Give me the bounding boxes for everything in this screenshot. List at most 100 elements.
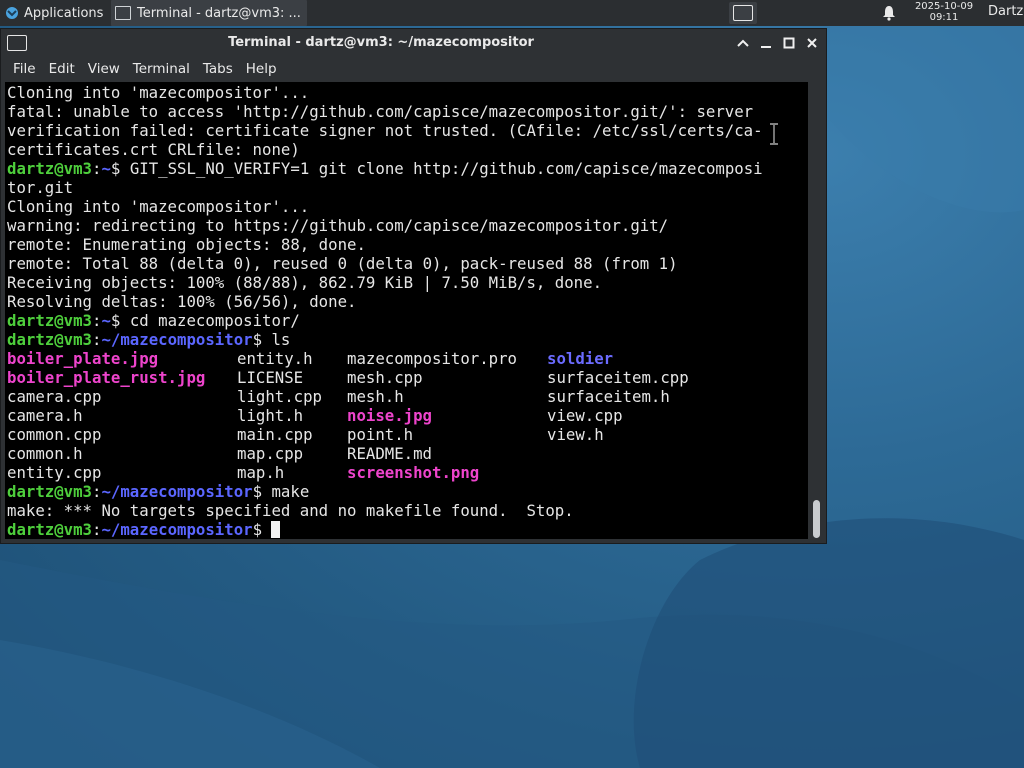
output-line: verification failed: certificate signer … <box>7 121 763 140</box>
close-button[interactable] <box>803 34 821 52</box>
prompt-dollar: $ <box>252 482 272 501</box>
ls-entry: entity.cpp <box>7 463 102 482</box>
terminal-icon <box>115 6 131 20</box>
prompt-line: dartz@vm3:~$ GIT_SSL_NO_VERIFY=1 git clo… <box>7 159 808 178</box>
prompt-dollar: $ <box>252 520 272 539</box>
xfce-menu-icon <box>6 7 18 19</box>
maximize-button[interactable] <box>780 34 798 52</box>
ls-entry: screenshot.png <box>347 463 480 482</box>
ls-entry: boiler_plate_rust.jpg <box>7 368 206 387</box>
ls-entry: noise.jpg <box>347 406 433 425</box>
prompt-user: dartz@vm3 <box>7 520 93 539</box>
prompt-dollar: $ <box>110 159 130 178</box>
prompt-user: dartz@vm3 <box>7 482 93 501</box>
minimize-button[interactable] <box>757 34 775 52</box>
output-line: Receiving objects: 100% (88/88), 862.79 … <box>7 273 603 292</box>
output-line: Cloning into 'mazecompositor'... <box>7 197 310 216</box>
ls-entry: point.h <box>347 425 414 444</box>
menubar: File Edit View Terminal Tabs Help <box>1 57 826 81</box>
ls-column: entity.h LICENSE light.cpp light.h main.cpp m… <box>237 349 322 482</box>
command-text: ls <box>271 330 291 349</box>
prompt-user: dartz@vm3 <box>7 330 93 349</box>
applications-menu-button[interactable]: Applications <box>0 0 108 26</box>
terminal-launcher-button[interactable] <box>729 2 757 24</box>
ls-entry: camera.cpp <box>7 387 102 406</box>
clock-date: 2025-10-09 <box>914 1 974 12</box>
output-line: certificates.crt CRLfile: none) <box>7 140 300 159</box>
prompt-user: dartz@vm3 <box>7 311 93 330</box>
shade-button[interactable] <box>734 34 752 52</box>
maximize-icon <box>783 37 795 49</box>
ls-column: mazecompositor.pro mesh.cpp mesh.h noise.jp… <box>347 349 517 482</box>
command-text: make <box>271 482 310 501</box>
ls-entry: boiler_plate.jpg <box>7 349 159 368</box>
output-line: fatal: unable to access 'http://github.c… <box>7 102 754 121</box>
prompt-line: dartz@vm3:~$ cd mazecompositor/ <box>7 311 808 330</box>
ls-entry: view.cpp <box>547 406 623 425</box>
output-line: warning: redirecting to https://github.c… <box>7 216 669 235</box>
ls-entry: main.cpp <box>237 425 313 444</box>
top-panel: Applications Terminal - dartz@vm3: ... <box>0 0 1024 26</box>
minimize-icon <box>761 46 771 48</box>
scrollbar-thumb[interactable] <box>813 500 820 538</box>
menu-file[interactable]: File <box>1 61 43 77</box>
prompt-path: ~/mazecompositor <box>101 520 253 539</box>
taskbar-terminal-label: Terminal - dartz@vm3: ... <box>137 5 301 21</box>
prompt-line: dartz@vm3:~/mazecompositor$ make <box>7 482 808 501</box>
ls-column: boiler_plate.jpg boiler_plate_rust.jpg cam… <box>7 349 205 482</box>
ls-entry: soldier <box>547 349 614 368</box>
menu-terminal[interactable]: Terminal <box>127 61 197 77</box>
prompt-path: ~/mazecompositor <box>101 482 253 501</box>
output-line: tor.git <box>7 178 74 197</box>
ls-column: soldier surfaceitem.cpp surfaceitem.h view.… <box>547 349 689 444</box>
command-text: cd mazecompositor/ <box>129 311 300 330</box>
ls-entry: surfaceitem.h <box>547 387 670 406</box>
menu-help[interactable]: Help <box>240 61 284 77</box>
ls-entry: map.h <box>237 463 285 482</box>
prompt-line: dartz@vm3:~/mazecompositor$ ls <box>7 330 808 349</box>
ls-entry: camera.h <box>7 406 83 425</box>
terminal-icon <box>733 5 753 21</box>
ls-entry: surfaceitem.cpp <box>547 368 689 387</box>
terminal-window: Terminal - dartz@vm3: ~/mazecompositor F… <box>0 28 827 544</box>
prompt-dollar: $ <box>110 311 130 330</box>
clock-time: 09:11 <box>929 12 959 23</box>
prompt-path: ~ <box>101 159 111 178</box>
output-line: remote: Total 88 (delta 0), reused 0 (de… <box>7 254 678 273</box>
window-title: Terminal - dartz@vm3: ~/mazecompositor <box>228 35 534 50</box>
mouse-ibeam-cursor <box>770 123 778 145</box>
ls-entry: mesh.h <box>347 387 404 406</box>
terminal-output[interactable]: Cloning into 'mazecompositor'... fatal: … <box>5 82 808 539</box>
ls-entry: mesh.cpp <box>347 368 423 387</box>
menu-edit[interactable]: Edit <box>43 61 82 77</box>
chevron-up-icon <box>737 39 749 47</box>
applications-label: Applications <box>24 5 104 21</box>
output-line: remote: Enumerating objects: 88, done. <box>7 235 366 254</box>
ls-entry: README.md <box>347 444 433 463</box>
scrollbar[interactable] <box>809 82 826 539</box>
ls-entry: mazecompositor.pro <box>347 349 518 368</box>
ls-entry: entity.h <box>237 349 313 368</box>
ls-entry: light.cpp <box>237 387 323 406</box>
output-line: Cloning into 'mazecompositor'... <box>7 83 310 102</box>
panel-clock[interactable]: 2025-10-09 09:11 <box>908 1 980 23</box>
prompt-user: dartz@vm3 <box>7 159 93 178</box>
prompt-dollar: $ <box>252 330 272 349</box>
ls-entry: light.h <box>237 406 304 425</box>
menu-view[interactable]: View <box>82 61 127 77</box>
output-line: make: *** No targets specified and no ma… <box>7 501 574 520</box>
output-line: Resolving deltas: 100% (56/56), done. <box>7 292 357 311</box>
ls-entry: LICENSE <box>237 368 304 387</box>
ls-listing: boiler_plate.jpg boiler_plate_rust.jpg cam… <box>7 349 808 482</box>
terminal-cursor <box>271 521 281 538</box>
user-menu-button[interactable]: Dartz <box>988 4 1023 19</box>
prompt-line: dartz@vm3:~/mazecompositor$ <box>7 520 808 539</box>
bell-icon[interactable] <box>882 5 896 21</box>
ls-entry: map.cpp <box>237 444 304 463</box>
prompt-path: ~/mazecompositor <box>101 330 253 349</box>
window-titlebar[interactable]: Terminal - dartz@vm3: ~/mazecompositor <box>1 29 826 57</box>
close-icon <box>807 38 817 48</box>
taskbar-terminal-button[interactable]: Terminal - dartz@vm3: ... <box>111 0 307 26</box>
ls-entry: common.cpp <box>7 425 102 444</box>
menu-tabs[interactable]: Tabs <box>197 61 240 77</box>
